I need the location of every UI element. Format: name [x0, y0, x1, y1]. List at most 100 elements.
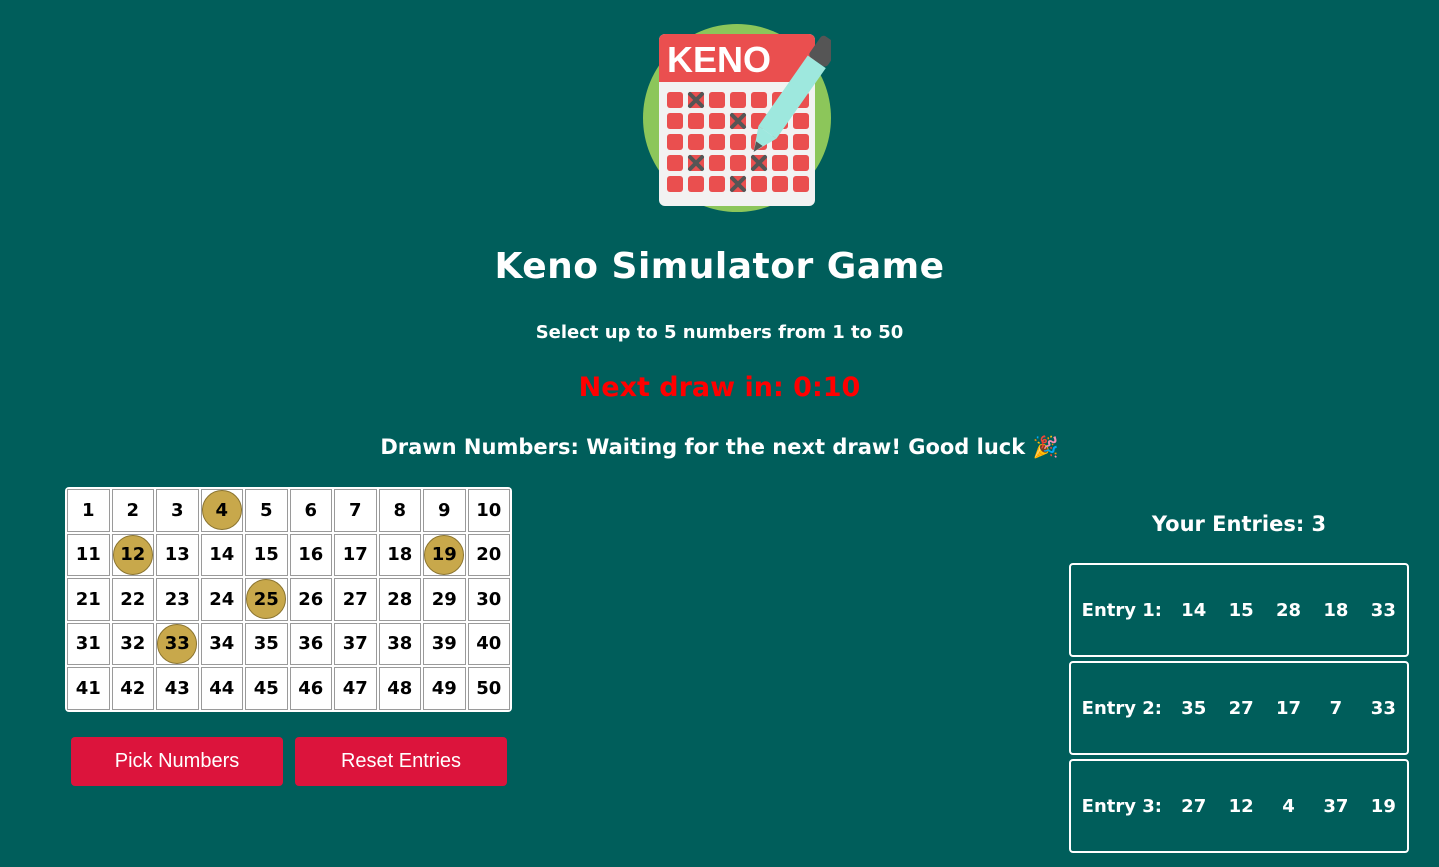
board-cell-21[interactable]: 21: [67, 578, 110, 621]
board-number: 7: [348, 499, 362, 521]
board-cell-45[interactable]: 45: [245, 667, 288, 710]
entry-number: 4: [1282, 795, 1295, 817]
board-cell-22[interactable]: 22: [111, 578, 154, 621]
number-board: 1 2 3 4 5 6 7 8 9 10 11 12 13 14 15 16 17 18 19 20 21 22 23 24 2…: [65, 487, 512, 712]
board-cell-50[interactable]: 50: [467, 667, 510, 710]
board-number: 34: [209, 633, 235, 655]
board-cell-4[interactable]: 4: [200, 489, 243, 532]
board-number: 37: [342, 633, 368, 655]
board-cell-38[interactable]: 38: [378, 622, 421, 665]
board-cell-41[interactable]: 41: [67, 667, 110, 710]
board-number: 15: [253, 544, 279, 566]
entry-card: Entry 1: 14 15 28 18 33: [1069, 563, 1409, 657]
board-cell-16[interactable]: 16: [289, 533, 332, 576]
board-number: 25: [253, 588, 279, 610]
board-cell-43[interactable]: 43: [156, 667, 199, 710]
board-number: 16: [298, 544, 324, 566]
board-number: 28: [387, 588, 413, 610]
board-cell-12[interactable]: 12: [111, 533, 154, 576]
board-cell-31[interactable]: 31: [67, 622, 110, 665]
board-cell-13[interactable]: 13: [156, 533, 199, 576]
entry-card: Entry 3: 27 12 4 37 19: [1069, 759, 1409, 853]
board-number: 26: [298, 588, 324, 610]
board-cell-7[interactable]: 7: [334, 489, 377, 532]
board-cell-44[interactable]: 44: [200, 667, 243, 710]
board-cell-47[interactable]: 47: [334, 667, 377, 710]
board-number: 18: [387, 544, 413, 566]
board-cell-42[interactable]: 42: [111, 667, 154, 710]
board-cell-49[interactable]: 49: [423, 667, 466, 710]
board-cell-36[interactable]: 36: [289, 622, 332, 665]
board-cell-23[interactable]: 23: [156, 578, 199, 621]
board-number: 31: [75, 633, 101, 655]
entries-heading: Your Entries: 3: [1151, 512, 1327, 536]
board-cell-11[interactable]: 11: [67, 533, 110, 576]
board-number: 50: [476, 677, 502, 699]
board-cell-34[interactable]: 34: [200, 622, 243, 665]
board-number: 43: [164, 677, 190, 699]
board-cell-39[interactable]: 39: [423, 622, 466, 665]
entry-number: 35: [1181, 697, 1207, 719]
board-number: 17: [342, 544, 368, 566]
board-cell-1[interactable]: 1: [67, 489, 110, 532]
pick-numbers-button[interactable]: Pick Numbers: [71, 737, 283, 786]
board-number: 30: [476, 588, 502, 610]
board-cell-18[interactable]: 18: [378, 533, 421, 576]
board-cell-30[interactable]: 30: [467, 578, 510, 621]
entry-number: 18: [1323, 599, 1349, 621]
drawn-numbers-text: Waiting for the next draw! Good luck: [586, 435, 1026, 459]
board-cell-9[interactable]: 9: [423, 489, 466, 532]
board-cell-10[interactable]: 10: [467, 489, 510, 532]
entry-number: 27: [1181, 795, 1207, 817]
board-cell-2[interactable]: 2: [111, 489, 154, 532]
board-number: 13: [164, 544, 190, 566]
board-cell-27[interactable]: 27: [334, 578, 377, 621]
board-number: 41: [75, 677, 101, 699]
board-cell-26[interactable]: 26: [289, 578, 332, 621]
entry-number: 12: [1228, 795, 1254, 817]
entry-number: 28: [1275, 599, 1302, 621]
board-cell-35[interactable]: 35: [245, 622, 288, 665]
board-cell-8[interactable]: 8: [378, 489, 421, 532]
board-number: 33: [164, 633, 190, 655]
board-cell-37[interactable]: 37: [334, 622, 377, 665]
board-cell-29[interactable]: 29: [423, 578, 466, 621]
board-cell-33[interactable]: 33: [156, 622, 199, 665]
entry-number: 19: [1370, 795, 1396, 817]
board-cell-40[interactable]: 40: [467, 622, 510, 665]
board-cell-46[interactable]: 46: [289, 667, 332, 710]
entry-number: 14: [1181, 599, 1207, 621]
board-cell-28[interactable]: 28: [378, 578, 421, 621]
board-number: 47: [342, 677, 368, 699]
board-cell-3[interactable]: 3: [156, 489, 199, 532]
board-cell-14[interactable]: 14: [200, 533, 243, 576]
entry-number: 33: [1370, 599, 1396, 621]
entry-number: 15: [1228, 599, 1254, 621]
board-cell-5[interactable]: 5: [245, 489, 288, 532]
board-number: 5: [259, 499, 273, 521]
board-cell-25[interactable]: 25: [245, 578, 288, 621]
entry-number: 37: [1323, 795, 1349, 817]
board-cell-24[interactable]: 24: [200, 578, 243, 621]
entry-label: Entry 3:: [1081, 795, 1162, 817]
entry-label: Entry 1:: [1081, 599, 1162, 621]
board-cell-17[interactable]: 17: [334, 533, 377, 576]
board-number: 23: [164, 588, 190, 610]
board-cell-48[interactable]: 48: [378, 667, 421, 710]
board-number: 9: [437, 499, 451, 521]
draw-countdown: Next draw in: 0:10: [578, 372, 861, 403]
board-number: 45: [253, 677, 279, 699]
board-number: 2: [126, 499, 140, 521]
board-number: 6: [304, 499, 318, 521]
entry-number: 7: [1329, 697, 1343, 719]
board-cell-6[interactable]: 6: [289, 489, 332, 532]
board-cell-19[interactable]: 19: [423, 533, 466, 576]
reset-entries-button[interactable]: Reset Entries: [295, 737, 507, 786]
board-number: 27: [342, 588, 368, 610]
board-cell-20[interactable]: 20: [467, 533, 510, 576]
board-cell-15[interactable]: 15: [245, 533, 288, 576]
drawn-numbers-label: Drawn Numbers:: [380, 435, 579, 459]
board-cell-32[interactable]: 32: [111, 622, 154, 665]
entry-number: 27: [1228, 697, 1254, 719]
page-title: Keno Simulator Game: [494, 246, 945, 287]
